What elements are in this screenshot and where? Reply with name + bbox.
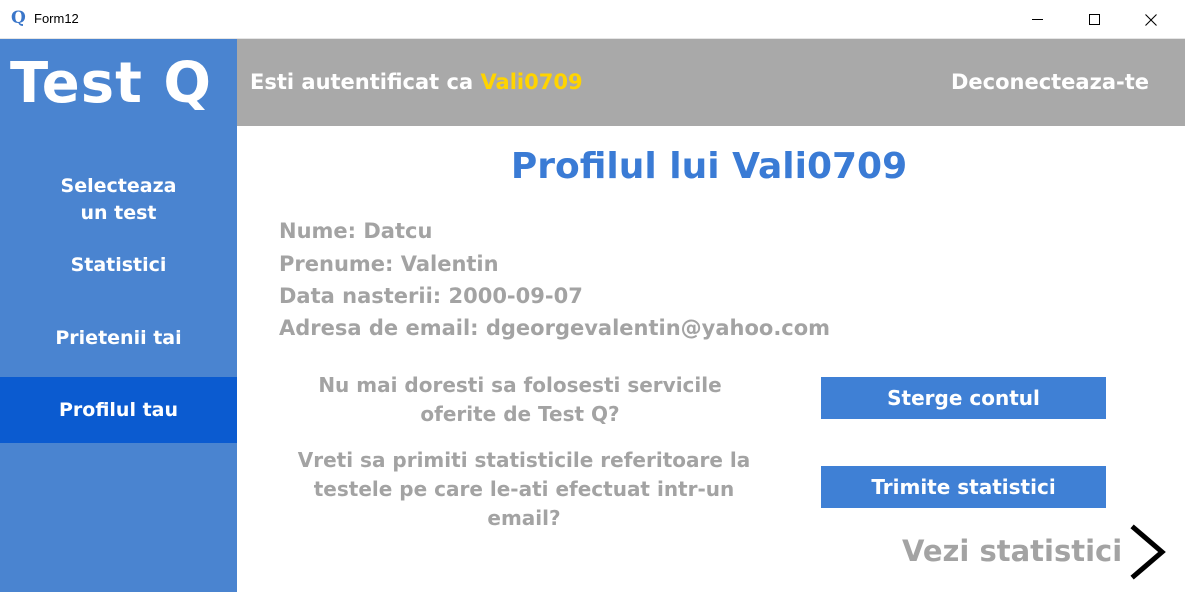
maximize-icon — [1088, 14, 1100, 25]
sidebar-item-label-line1: Selecteaza — [60, 175, 177, 197]
profile-last-name: Nume: Datcu — [279, 219, 433, 243]
minimize-button[interactable] — [1014, 0, 1060, 39]
delete-prompt-line1: Nu mai doresti sa folosesti servicile — [318, 373, 722, 397]
window-titlebar: Q Form12 — [0, 0, 1185, 39]
delete-account-button[interactable]: Sterge contul — [821, 377, 1106, 419]
profile-email: Adresa de email: dgeorgevalentin@yahoo.c… — [279, 316, 831, 340]
chevron-right-icon[interactable] — [1128, 524, 1168, 580]
page-title: Profilul lui Vali0709 — [510, 146, 908, 187]
close-button[interactable] — [1128, 0, 1174, 39]
sidebar-item-label: Statistici — [70, 254, 167, 276]
logout-link[interactable]: Deconecteaza-te — [951, 70, 1149, 94]
stats-prompt-line2: testele pe care le-ati efectuat intr-un — [313, 477, 735, 501]
sidebar: Test Q Selecteaza un test Statistici Pri… — [0, 39, 237, 592]
stats-prompt-line3: email? — [487, 506, 561, 530]
app-logo: Test Q — [10, 51, 212, 116]
auth-prefix: Esti autentificat ca — [250, 70, 481, 94]
top-header: Esti autentificat ca Vali0709 Deconectea… — [237, 39, 1185, 126]
profile-birth-date: Data nasterii: 2000-09-07 — [279, 284, 583, 308]
sidebar-item-label-line2: un test — [80, 202, 157, 224]
auth-username: Vali0709 — [480, 70, 583, 94]
sidebar-item-select-test[interactable]: Selecteaza un test — [0, 173, 237, 227]
close-icon — [1145, 13, 1157, 26]
delete-account-prompt: Nu mai doresti sa folosesti servicile of… — [300, 371, 740, 429]
delete-prompt-line2: oferite de Test Q? — [420, 402, 620, 426]
auth-status: Esti autentificat ca Vali0709 — [250, 70, 583, 94]
sidebar-item-label: Prietenii tai — [55, 327, 182, 349]
send-stats-prompt: Vreti sa primiti statisticile referitoar… — [285, 446, 763, 533]
app-q-icon: Q — [11, 8, 26, 28]
maximize-button[interactable] — [1071, 0, 1117, 39]
sidebar-item-friends[interactable]: Prietenii tai — [0, 325, 237, 352]
view-stats-link[interactable]: Vezi statistici — [902, 534, 1122, 568]
sidebar-item-profile[interactable]: Profilul tau — [0, 377, 237, 443]
stats-prompt-line1: Vreti sa primiti statisticile referitoar… — [297, 448, 751, 472]
profile-first-name: Prenume: Valentin — [279, 252, 499, 276]
sidebar-item-label: Profilul tau — [58, 399, 179, 421]
send-stats-button[interactable]: Trimite statistici — [821, 466, 1106, 508]
minimize-icon — [1031, 19, 1043, 20]
window-title: Form12 — [34, 11, 79, 26]
sidebar-item-statistics[interactable]: Statistici — [0, 252, 237, 279]
